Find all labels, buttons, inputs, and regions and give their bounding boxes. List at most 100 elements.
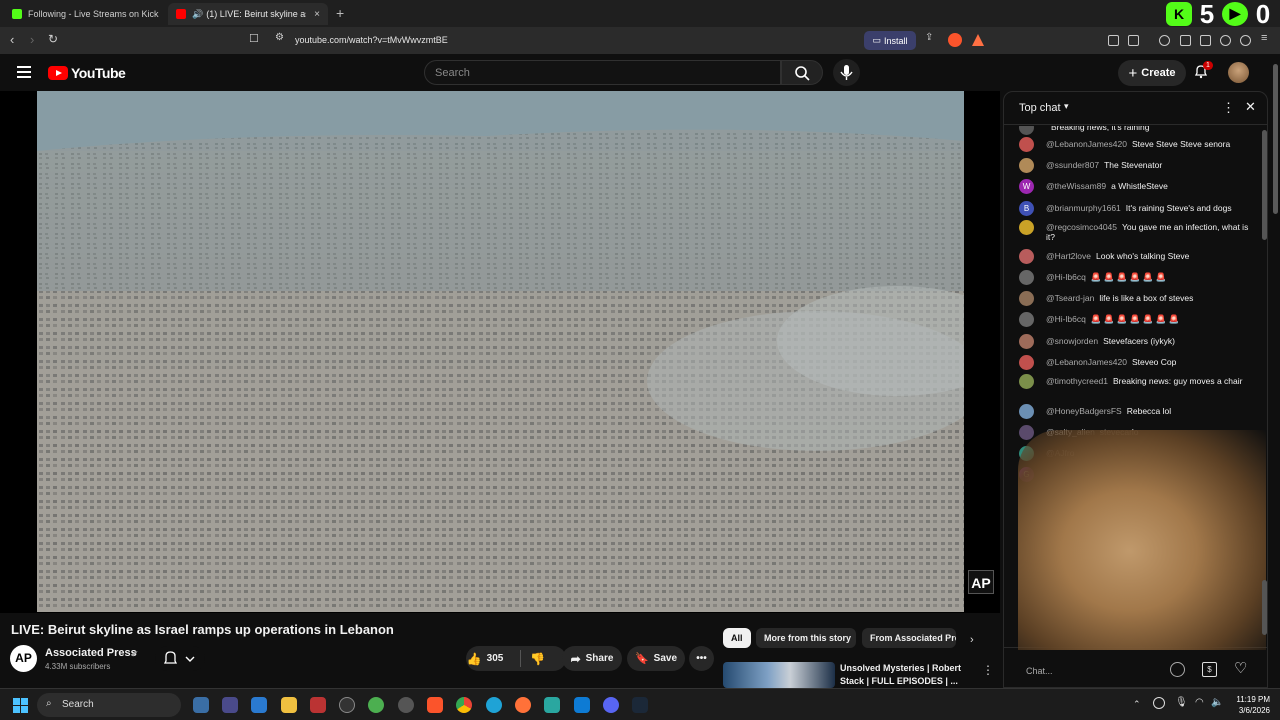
chat-author-avatar[interactable] bbox=[1019, 137, 1034, 152]
chat-message[interactable]: @Hart2love Look who's talking Steve bbox=[1019, 249, 1255, 264]
steam-icon[interactable] bbox=[632, 697, 648, 713]
related-video-thumbnail[interactable] bbox=[723, 662, 835, 688]
windows-start-icon[interactable] bbox=[13, 698, 28, 713]
voice-search-button[interactable] bbox=[833, 59, 860, 86]
taskbar-search[interactable]: ⌕ Search bbox=[37, 693, 181, 717]
screenshot-icon[interactable] bbox=[1128, 35, 1139, 46]
volume-icon[interactable]: 🔈 bbox=[1211, 697, 1223, 708]
chips-next-icon[interactable]: › bbox=[970, 634, 974, 646]
chat-input[interactable]: Chat... bbox=[1026, 666, 1053, 676]
chat-message[interactable]: @LebanonJames420 Steveo Cop bbox=[1019, 355, 1255, 370]
app-icon-1[interactable] bbox=[193, 697, 209, 713]
chat-author-name[interactable]: @regcosimco4045 bbox=[1046, 222, 1117, 232]
tray-overflow-icon[interactable]: ⌃ bbox=[1133, 699, 1141, 710]
bookmark-icon[interactable]: ☐ bbox=[249, 32, 259, 45]
thumbs-down-icon[interactable]: 👎 bbox=[530, 652, 545, 666]
chat-message[interactable]: @snowjorden Stevefacers (iykyk) bbox=[1019, 334, 1255, 349]
media-icon[interactable] bbox=[1159, 35, 1170, 46]
chat-message[interactable]: B @brianmurphy1661 It's raining Steve's an… bbox=[1019, 201, 1255, 216]
chat-author-avatar[interactable] bbox=[1019, 249, 1034, 264]
chat-message[interactable]: @Hi-lb6cq 🚨 🚨 🚨 🚨 🚨 🚨 bbox=[1019, 270, 1255, 285]
file-explorer-icon[interactable] bbox=[281, 697, 297, 713]
close-chat-icon[interactable]: ✕ bbox=[1245, 99, 1256, 115]
reload-icon[interactable]: ↻ bbox=[48, 32, 58, 46]
kick-extension-widget[interactable]: K 5 ▶ 0 bbox=[1162, 0, 1280, 27]
chrome-icon[interactable] bbox=[456, 697, 472, 713]
chat-scrollbar-thumb-lower[interactable] bbox=[1262, 580, 1267, 635]
chat-author-avatar[interactable] bbox=[1019, 270, 1034, 285]
chat-author-name[interactable]: @brianmurphy1661 bbox=[1046, 203, 1121, 213]
save-button[interactable]: 🔖 Save bbox=[627, 646, 685, 671]
chat-author-name[interactable]: @ssunder807 bbox=[1046, 160, 1099, 170]
app-icon-13[interactable] bbox=[544, 697, 560, 713]
chat-author-name[interactable]: @theWissam89 bbox=[1046, 181, 1106, 191]
leo-ai-icon[interactable] bbox=[1220, 35, 1231, 46]
brave-shield-icon[interactable] bbox=[948, 33, 962, 47]
app-icon-6[interactable] bbox=[339, 697, 355, 713]
tray-app-icon[interactable] bbox=[1153, 697, 1165, 709]
edge-icon[interactable] bbox=[486, 697, 502, 713]
chat-author-avatar[interactable] bbox=[1019, 374, 1034, 389]
chat-author-avatar[interactable] bbox=[1019, 404, 1034, 419]
chat-message[interactable]: W @theWissam89 a WhistleSteve bbox=[1019, 179, 1255, 194]
app-icon-5[interactable] bbox=[310, 697, 326, 713]
super-chat-icon[interactable]: $ bbox=[1202, 662, 1217, 677]
page-scrollbar[interactable] bbox=[1271, 54, 1280, 688]
chevron-down-icon[interactable]: ▾ bbox=[1064, 101, 1069, 112]
vpn-icon[interactable] bbox=[1240, 35, 1251, 46]
chat-author-avatar[interactable] bbox=[1019, 158, 1034, 173]
brave-browser-icon[interactable] bbox=[427, 697, 443, 713]
microphone-tray-icon[interactable]: 🎙 bbox=[1175, 697, 1188, 708]
browser-menu-icon[interactable]: ≡ bbox=[1261, 32, 1267, 44]
chat-author-name[interactable]: @Hi-lb6cq bbox=[1046, 314, 1086, 324]
related-video-menu-icon[interactable]: ⋮ bbox=[982, 663, 994, 677]
app-icon-7[interactable] bbox=[368, 697, 384, 713]
chat-message[interactable]: @timothycreed1 Breaking news: guy moves a… bbox=[1019, 374, 1255, 389]
chat-author-name[interactable]: @LebanonJames420 bbox=[1046, 357, 1127, 367]
brave-rewards-icon[interactable] bbox=[972, 34, 984, 46]
new-tab-button[interactable]: + bbox=[336, 5, 344, 21]
heart-icon[interactable]: ♡ bbox=[1234, 659, 1247, 677]
back-icon[interactable]: ‹ bbox=[10, 32, 14, 47]
chat-author-avatar[interactable]: B bbox=[1019, 201, 1034, 216]
chat-message[interactable]: @HoneyBadgersFS Rebecca lol bbox=[1019, 404, 1255, 419]
chat-message[interactable]: @regcosimco4045 You gave me an infection,… bbox=[1019, 220, 1255, 242]
chat-scrollbar-thumb[interactable] bbox=[1262, 130, 1267, 240]
share-button[interactable]: ➦ Share bbox=[562, 646, 622, 671]
chat-message[interactable]: @Hi-lb6cq 🚨 🚨 🚨 🚨 🚨 🚨 🚨 bbox=[1019, 312, 1255, 327]
chip-from-associated-press[interactable]: From Associated Press bbox=[862, 628, 956, 648]
chat-menu-icon[interactable]: ⋮ bbox=[1222, 100, 1235, 116]
thumbs-up-icon[interactable]: 👍 bbox=[467, 652, 482, 666]
chat-message[interactable]: @ssunder807 The Stevenator bbox=[1019, 158, 1255, 173]
chat-message[interactable]: @Tseard-jan life is like a box of steves bbox=[1019, 291, 1255, 306]
wallet-icon[interactable] bbox=[1200, 35, 1211, 46]
chat-author-avatar[interactable]: W bbox=[1019, 179, 1034, 194]
app-icon-2[interactable] bbox=[222, 697, 238, 713]
tab-kick[interactable]: Following - Live Streams on Kick bbox=[4, 3, 164, 25]
forward-icon[interactable]: › bbox=[30, 32, 34, 47]
chat-author-avatar[interactable] bbox=[1019, 312, 1034, 327]
chat-author-avatar[interactable] bbox=[1019, 291, 1034, 306]
app-icon-3[interactable] bbox=[251, 697, 267, 713]
account-avatar[interactable] bbox=[1228, 62, 1249, 83]
chat-message[interactable]: Breaking news, it's raining bbox=[1019, 126, 1255, 135]
system-clock[interactable]: 11:19 PM 3/6/2026 bbox=[1228, 694, 1270, 716]
close-tab-icon[interactable]: × bbox=[314, 9, 320, 20]
search-input[interactable]: Search bbox=[424, 60, 781, 85]
vscode-icon[interactable] bbox=[574, 697, 590, 713]
chat-author-avatar[interactable] bbox=[1019, 334, 1034, 349]
chat-author-name[interactable]: @HoneyBadgersFS bbox=[1046, 406, 1122, 416]
more-actions-button[interactable]: ••• bbox=[689, 646, 714, 671]
video-player[interactable] bbox=[37, 91, 964, 612]
channel-avatar[interactable]: AP bbox=[10, 645, 37, 672]
emoji-icon[interactable] bbox=[1170, 662, 1185, 677]
chip-more-from-story[interactable]: More from this story bbox=[756, 628, 856, 648]
site-settings-icon[interactable]: ⚙ bbox=[275, 32, 284, 43]
chat-author-name[interactable]: @LebanonJames420 bbox=[1046, 139, 1127, 149]
create-button[interactable]: + Create bbox=[1118, 60, 1186, 86]
chat-author-name[interactable]: @Hart2love bbox=[1046, 251, 1091, 261]
chat-author-name[interactable]: @Hi-lb6cq bbox=[1046, 272, 1086, 282]
chat-author-avatar[interactable] bbox=[1019, 220, 1034, 235]
chat-author-name[interactable]: @Tseard-jan bbox=[1046, 293, 1094, 303]
tab-youtube[interactable]: 🔊 (1) LIVE: Beirut skyline as Israel × bbox=[168, 3, 328, 25]
